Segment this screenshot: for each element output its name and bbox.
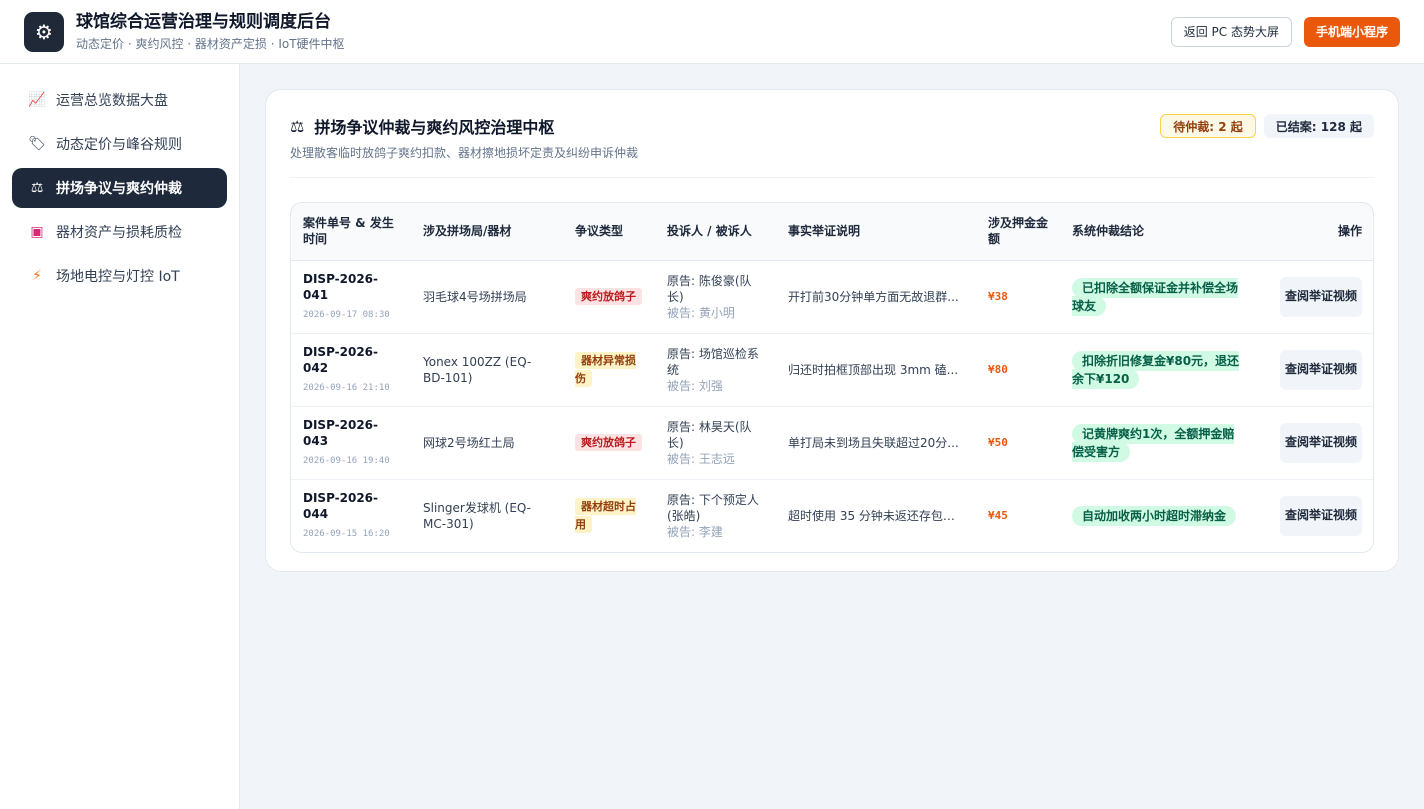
dispute-type-tag: 器材异常损伤 [575,351,636,387]
view-evidence-button[interactable]: 查阅举证视频 [1280,349,1362,390]
case-time: 2026-09-15 16:20 [303,528,390,539]
dispute-panel: ⚖ 拼场争议仲裁与爽约风控治理中枢 处理散客临时放鸽子爽约扣款、器材擦地损坏定责… [265,89,1399,572]
col-header-parties: 投诉人 / 被诉人 [655,203,776,261]
sidebar-item-label: 动态定价与峰谷规则 [56,137,182,153]
verdict-badge: 已扣除全额保证金并补偿全场球友 [1072,277,1239,316]
top-header: ⚙ 球馆综合运营治理与规则调度后台 动态定价 · 爽约风控 · 器材资产定损 ·… [0,0,1424,64]
view-evidence-button[interactable]: 查阅举证视频 [1280,422,1362,463]
dispute-table: 案件单号 & 发生时间 涉及拼场局/器材 争议类型 投诉人 / 被诉人 事实举证… [290,202,1374,553]
case-subject: 羽毛球4号场拼场局 [423,289,527,304]
sidebar-item-equipment[interactable]: ▣ 器材资产与损耗质检 [12,212,227,252]
case-id: DISP-2026-044 [303,490,379,521]
verdict-badge: 扣除折旧修复金¥80元，退还余下¥120 [1072,350,1240,389]
closed-badge: 已结案: 128 起 [1263,114,1374,138]
mobile-miniprogram-button[interactable]: 手机端小程序 [1303,16,1400,47]
fact-description: 归还时拍框顶部出现 3mm 磕... [788,362,959,377]
dispute-type-tag: 爽约放鸽子 [575,287,642,305]
col-header-action: 操作 [1256,203,1373,261]
case-id: DISP-2026-043 [303,417,379,448]
chart-icon: 📈 [28,92,46,108]
sidebar-item-disputes[interactable]: ⚖ 拼场争议与爽约仲裁 [12,168,227,208]
tag-icon: 🏷 [28,136,46,152]
verdict-badge: 记黄牌爽约1次，全额押金赔偿受害方 [1072,423,1235,462]
col-header-subject: 涉及拼场局/器材 [411,203,563,261]
panel-header: ⚖ 拼场争议仲裁与爽约风控治理中枢 处理散客临时放鸽子爽约扣款、器材擦地损坏定责… [290,114,1374,178]
table-row: DISP-2026-041 2026-09-17 08:30 羽毛球4号场拼场局 … [291,260,1373,333]
case-id: DISP-2026-041 [303,271,379,302]
defendant: 被告: 刘强 [667,378,723,393]
defendant: 被告: 李建 [667,524,723,539]
case-subject: Slinger发球机 (EQ-MC-301) [423,500,532,531]
col-header-type: 争议类型 [563,203,655,261]
dispute-type-tag: 爽约放鸽子 [575,433,642,451]
plaintiff: 原告: 林昊天(队长) [667,419,752,450]
toolbox-icon: ▣ [30,224,44,240]
plaintiff: 原告: 场馆巡检系统 [667,346,759,377]
case-subject: 网球2号场红土局 [423,435,515,450]
panel-title-text: 拼场争议仲裁与爽约风控治理中枢 [314,118,555,137]
pending-badge: 待仲裁: 2 起 [1160,114,1256,138]
fact-description: 单打局未到场且失联超过20分... [788,435,959,450]
back-to-pc-button[interactable]: 返回 PC 态势大屏 [1170,16,1292,47]
table-header-row: 案件单号 & 发生时间 涉及拼场局/器材 争议类型 投诉人 / 被诉人 事实举证… [291,203,1373,261]
fact-description: 开打前30分钟单方面无故退群... [788,289,959,304]
case-time: 2026-09-16 19:40 [303,455,390,466]
case-subject: Yonex 100ZZ (EQ-BD-101) [423,354,532,385]
sidebar-item-label: 运营总览数据大盘 [56,93,168,109]
case-time: 2026-09-17 08:30 [303,309,390,320]
dispute-type-tag: 器材超时占用 [575,497,636,533]
defendant: 被告: 黄小明 [667,305,735,320]
case-time: 2026-09-16 21:10 [303,382,390,393]
lightning-icon: ⚡ [32,268,42,284]
sidebar-item-overview[interactable]: 📈 运营总览数据大盘 [12,80,227,120]
panel-title: ⚖ 拼场争议仲裁与爽约风控治理中枢 [290,114,638,138]
col-header-case: 案件单号 & 发生时间 [291,203,411,261]
view-evidence-button[interactable]: 查阅举证视频 [1280,495,1362,536]
table-row: DISP-2026-044 2026-09-15 16:20 Slinger发球机… [291,479,1373,552]
deposit-amount: ¥80 [988,362,1008,376]
defendant: 被告: 王志远 [667,451,735,466]
plaintiff: 原告: 陈俊豪(队长) [667,273,752,304]
deposit-amount: ¥50 [988,435,1008,449]
table-row: DISP-2026-042 2026-09-16 21:10 Yonex 100Z… [291,333,1373,406]
deposit-amount: ¥38 [988,289,1008,303]
plaintiff: 原告: 下个预定人(张皓) [667,492,759,523]
app-subtitle: 动态定价 · 爽约风控 · 器材资产定损 · IoT硬件中枢 [76,37,345,51]
fact-description: 超时使用 35 分钟未返还存包柜... [788,508,967,523]
case-id: DISP-2026-042 [303,344,379,375]
deposit-amount: ¥45 [988,508,1008,522]
sidebar: 📈 运营总览数据大盘 🏷 动态定价与峰谷规则 ⚖ 拼场争议与爽约仲裁 ▣ 器材资… [0,64,240,809]
scale-icon: ⚖ [30,180,44,196]
sidebar-item-iot[interactable]: ⚡ 场地电控与灯控 IoT [12,256,227,296]
panel-subtitle: 处理散客临时放鸽子爽约扣款、器材擦地损坏定责及纠纷申诉仲裁 [290,146,639,160]
sidebar-item-label: 器材资产与损耗质检 [56,225,182,241]
scale-icon: ⚖ [290,116,305,136]
view-evidence-button[interactable]: 查阅举证视频 [1280,276,1362,317]
sidebar-item-label: 拼场争议与爽约仲裁 [56,181,182,197]
table-row: DISP-2026-043 2026-09-16 19:40 网球2号场红土局 爽… [291,406,1373,479]
col-header-verdict: 系统仲裁结论 [1060,203,1256,261]
app-title: 球馆综合运营治理与规则调度后台 [76,12,331,32]
col-header-amount: 涉及押金金额 [976,203,1060,261]
header-actions: 返回 PC 态势大屏 手机端小程序 [1170,16,1400,47]
brand: 球馆综合运营治理与规则调度后台 动态定价 · 爽约风控 · 器材资产定损 · I… [76,11,345,52]
status-badges: 待仲裁: 2 起 已结案: 128 起 [1160,114,1374,138]
verdict-badge: 自动加收两小时超时滞纳金 [1072,505,1237,526]
sidebar-item-pricing[interactable]: 🏷 动态定价与峰谷规则 [12,124,227,164]
gear-icon: ⚙ [24,11,64,52]
sidebar-item-label: 场地电控与灯控 IoT [56,269,180,285]
col-header-fact: 事实举证说明 [776,203,976,261]
